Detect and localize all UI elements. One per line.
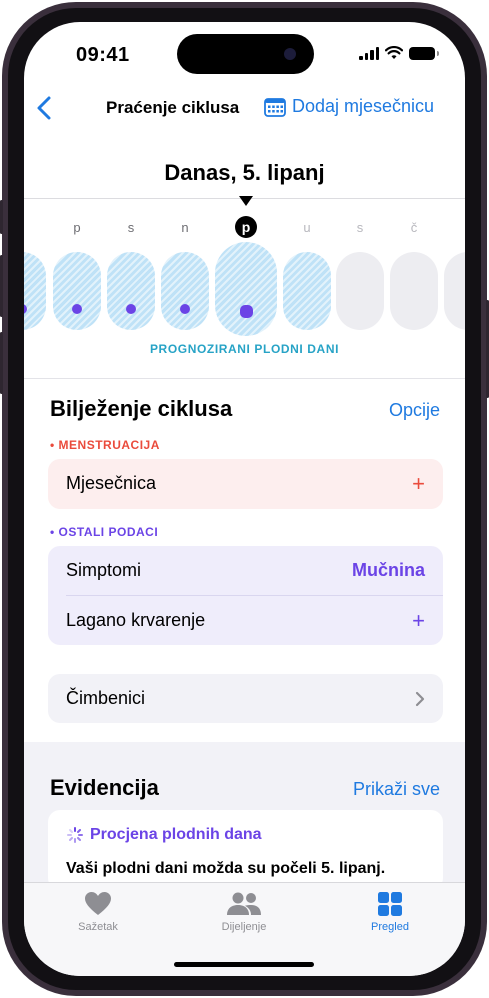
fertile-dot-icon [24, 304, 27, 314]
weekday-label: p [73, 220, 81, 235]
people-icon [227, 892, 261, 915]
calendar-icon [264, 97, 286, 117]
date-heading: Danas, 5. lipanj [164, 160, 325, 185]
weekday-row: p s n p u s č [24, 216, 465, 240]
weekday-label-today[interactable]: p [235, 216, 257, 238]
plus-icon[interactable]: + [412, 471, 425, 497]
heart-icon [85, 892, 111, 915]
status-bar: 09:41 [24, 22, 465, 86]
today-marker-icon [239, 196, 253, 206]
cycle-day-today[interactable] [215, 242, 277, 336]
records-title: Evidencija [50, 775, 159, 800]
symptoms-row[interactable]: Simptomi Mučnina [66, 546, 425, 595]
weekday-label: č [410, 220, 418, 235]
period-label: Mjesečnica [66, 473, 157, 493]
side-button [0, 200, 3, 234]
symptoms-value: Mučnina [351, 560, 425, 580]
grid-icon [378, 892, 402, 916]
tab-sharing-label: Dijeljenje [221, 921, 267, 933]
menstruation-category: • MENSTRUACIJA [50, 438, 160, 452]
volume-up-button [0, 255, 3, 317]
page-title: Praćenje ciklusa [106, 98, 240, 117]
cycle-day-fertile[interactable] [283, 252, 331, 330]
cycle-day-fertile[interactable] [107, 252, 155, 330]
home-indicator[interactable] [174, 962, 314, 967]
tab-summary-label: Sažetak [78, 921, 118, 933]
cycle-day-fertile[interactable] [53, 252, 101, 330]
add-period-label: Dodaj mjesečnicu [292, 96, 435, 116]
fertile-days-label: PROGNOZIRANI PLODNI DANI [149, 342, 340, 356]
factors-label: Čimbenici [66, 688, 146, 708]
fertile-dot-icon [126, 304, 136, 314]
cycle-day-strip[interactable] [24, 242, 465, 336]
dynamic-island [177, 34, 314, 74]
other-data-card: Simptomi Mučnina Lagano krvarenje + [48, 546, 443, 645]
period-row[interactable]: Mjesečnica + [66, 459, 425, 508]
cycle-day-empty[interactable] [390, 252, 438, 330]
fertile-dot-icon [239, 305, 253, 318]
loading-spinner-icon [67, 827, 83, 843]
signal-icon [359, 46, 379, 60]
factors-row[interactable]: Čimbenici [66, 674, 425, 723]
fertile-estimate-text: Vaši plodni dani možda su počeli 5. lipa… [66, 860, 386, 877]
factors-card: Čimbenici [48, 674, 443, 723]
fertile-dot-icon [72, 304, 82, 314]
cycle-day-fertile[interactable] [24, 252, 46, 330]
wifi-icon [385, 46, 403, 59]
add-period-button[interactable]: Dodaj mjesečnicu [264, 96, 434, 117]
options-button[interactable]: Opcije [389, 400, 440, 421]
weekday-label: n [181, 220, 189, 235]
battery-icon [409, 46, 439, 60]
tab-summary[interactable]: Sažetak [38, 891, 158, 933]
weekday-label: s [356, 220, 364, 235]
tab-browse-label: Pregled [371, 921, 409, 933]
plus-icon[interactable]: + [412, 608, 425, 634]
back-chevron-icon[interactable] [32, 94, 58, 122]
fertile-estimate-header: Procjena plodnih dana [66, 826, 262, 844]
fertile-estimate-title: Procjena plodnih dana [90, 826, 262, 843]
period-card: Mjesečnica + [48, 459, 443, 509]
camera-icon [284, 48, 296, 60]
symptoms-label: Simptomi [66, 560, 142, 580]
tab-bar: Sažetak Dijeljenje Pregled [24, 882, 465, 976]
spotting-row[interactable]: Lagano krvarenje + [66, 596, 425, 645]
weekday-label: u [303, 220, 311, 235]
fertile-dot-icon [180, 304, 190, 314]
divider [24, 378, 465, 379]
tab-browse[interactable]: Pregled [330, 891, 450, 933]
cycle-log-title: Bilježenje ciklusa [50, 396, 233, 421]
cycle-day-empty[interactable] [444, 252, 465, 330]
chevron-right-icon [415, 691, 425, 706]
status-time: 09:41 [76, 44, 130, 66]
cycle-day-fertile[interactable] [161, 252, 209, 330]
tab-sharing[interactable]: Dijeljenje [184, 891, 304, 933]
cycle-day-empty[interactable] [336, 252, 384, 330]
status-icons [359, 46, 439, 60]
spotting-label: Lagano krvarenje [66, 610, 206, 630]
fertile-estimate-card[interactable]: Procjena plodnih dana Vaši plodni dani m… [48, 810, 443, 890]
volume-down-button [0, 332, 3, 394]
other-data-category: • OSTALI PODACI [50, 525, 159, 539]
navigation-bar: Praćenje ciklusa Dodaj mjesečnicu [24, 86, 465, 130]
screen: 09:41 Praćenje ciklusa Dodaj mjesečnicu … [24, 22, 465, 976]
show-all-button[interactable]: Prikaži sve [353, 779, 440, 800]
weekday-label: s [127, 220, 135, 235]
